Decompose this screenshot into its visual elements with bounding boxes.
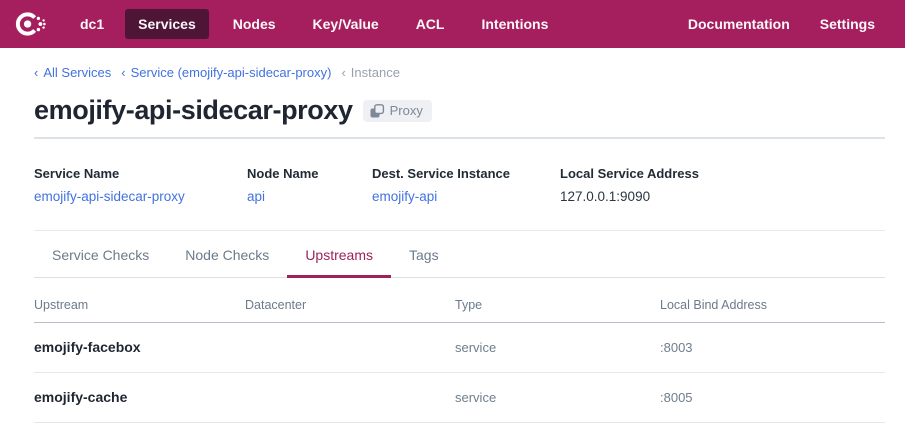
field-label: Local Service Address [560,166,699,181]
breadcrumb-all-services[interactable]: ‹ All Services [34,65,111,80]
column-header-local-bind-address: Local Bind Address [660,298,885,312]
title-divider [34,137,885,139]
tab-upstreams[interactable]: Upstreams [287,231,391,278]
cell-local-bind-address: :8003 [660,340,885,355]
nav-item-acl[interactable]: ACL [403,9,458,39]
proxy-badge-label: Proxy [390,103,423,118]
table-header: Upstream Datacenter Type Local Bind Addr… [34,285,885,323]
node-name-link[interactable]: api [247,189,265,204]
tab-service-checks[interactable]: Service Checks [34,231,167,278]
field-node-name: Node Name api [247,166,372,204]
breadcrumb-instance: ‹ Instance [341,65,400,80]
cell-local-bind-address: :8005 [660,390,885,405]
field-label: Node Name [247,166,372,181]
page-title: emojify-api-sidecar-proxy [34,95,353,126]
tab-node-checks[interactable]: Node Checks [167,231,287,278]
table-row: emojify-cache service :8005 [34,373,885,423]
field-label: Service Name [34,166,247,181]
nav-item-services[interactable]: Services [125,9,209,39]
local-service-address-value: 127.0.0.1:9090 [560,189,699,204]
top-nav: dc1 Services Nodes Key/Value ACL Intenti… [0,0,905,48]
main-content: ‹ All Services ‹ Service (emojify-api-side… [0,65,905,423]
breadcrumb-label: All Services [43,65,111,80]
breadcrumb: ‹ All Services ‹ Service (emojify-api-side… [34,65,885,80]
breadcrumb-label: Service (emojify-api-sidecar-proxy) [131,65,332,80]
nav-datacenter[interactable]: dc1 [70,9,114,39]
nav-item-key-value[interactable]: Key/Value [300,9,392,39]
breadcrumb-separator-icon: ‹ [341,65,345,80]
tab-bar: Service Checks Node Checks Upstreams Tag… [34,230,885,278]
main-nav: dc1 Services Nodes Key/Value ACL Intenti… [70,9,561,39]
breadcrumb-label: Instance [351,65,400,80]
nav-item-nodes[interactable]: Nodes [220,9,289,39]
breadcrumb-service[interactable]: ‹ Service (emojify-api-sidecar-proxy) [121,65,331,80]
column-header-upstream: Upstream [34,298,245,312]
service-name-link[interactable]: emojify-api-sidecar-proxy [34,189,185,204]
service-details: Service Name emojify-api-sidecar-proxy N… [34,166,885,204]
cell-upstream: emojify-cache [34,389,245,405]
table-row: emojify-facebox service :8003 [34,323,885,373]
consul-logo-icon[interactable] [14,8,46,40]
proxy-badge: Proxy [363,100,432,122]
column-header-type: Type [455,298,660,312]
breadcrumb-separator-icon: ‹ [34,65,38,80]
field-dest-service-instance: Dest. Service Instance emojify-api [372,166,560,204]
column-header-datacenter: Datacenter [245,298,455,312]
nav-item-intentions[interactable]: Intentions [468,9,561,39]
title-row: emojify-api-sidecar-proxy Proxy [34,95,885,126]
tab-tags[interactable]: Tags [391,231,457,278]
field-service-name: Service Name emojify-api-sidecar-proxy [34,166,247,204]
breadcrumb-separator-icon: ‹ [121,65,125,80]
secondary-nav: Documentation Settings [688,9,875,39]
dest-service-instance-link[interactable]: emojify-api [372,189,437,204]
nav-item-settings[interactable]: Settings [820,9,875,39]
field-local-service-address: Local Service Address 127.0.0.1:9090 [560,166,699,204]
cell-type: service [455,390,660,405]
cell-upstream: emojify-facebox [34,339,245,355]
cell-type: service [455,340,660,355]
field-label: Dest. Service Instance [372,166,560,181]
layered-squares-icon [369,103,385,119]
nav-item-documentation[interactable]: Documentation [688,9,790,39]
